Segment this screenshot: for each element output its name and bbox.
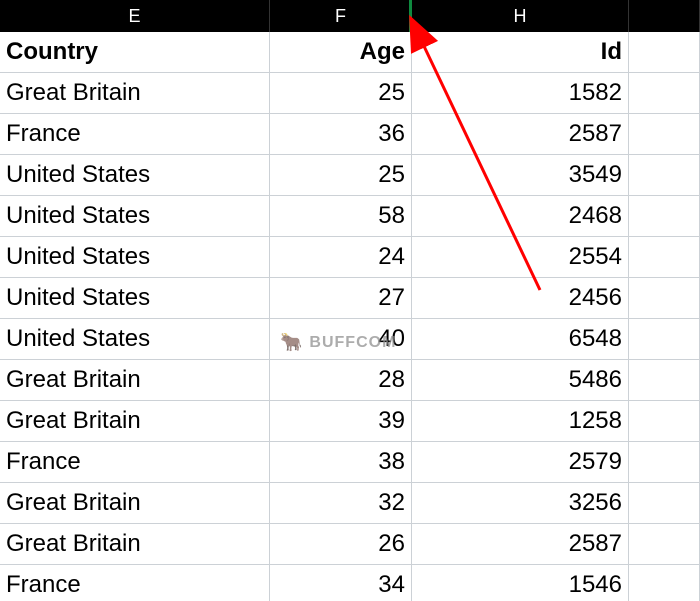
cell-country[interactable]: United States [0,196,270,237]
cell-age[interactable]: 40 [270,319,412,360]
cell-empty[interactable] [629,319,700,360]
column-header-f[interactable]: F [270,0,412,32]
cell-id[interactable]: 3256 [412,483,629,524]
cell-id[interactable]: 2456 [412,278,629,319]
cell-age[interactable]: 25 [270,73,412,114]
column-header-h[interactable]: H [412,0,629,32]
cell-id[interactable]: 5486 [412,360,629,401]
cell-country[interactable]: Great Britain [0,360,270,401]
cell-id[interactable]: 2587 [412,114,629,155]
cell-id[interactable]: 1546 [412,565,629,601]
cell-country[interactable]: France [0,114,270,155]
cell-age[interactable]: 24 [270,237,412,278]
cell-country[interactable]: United States [0,155,270,196]
cell-empty[interactable] [629,237,700,278]
cell-country[interactable]: United States [0,237,270,278]
grid: Country Age Id Great Britain 25 1582 Fra… [0,32,700,601]
cell-empty[interactable] [629,565,700,601]
cell-id[interactable]: 6548 [412,319,629,360]
cell-empty[interactable] [629,524,700,565]
cell-id[interactable]: 2587 [412,524,629,565]
cell-country[interactable]: Great Britain [0,483,270,524]
cell-empty[interactable] [629,196,700,237]
cell-id[interactable]: 1582 [412,73,629,114]
cell-age[interactable]: 32 [270,483,412,524]
cell-id[interactable]: 2579 [412,442,629,483]
table-row: United States 40 6548 [0,319,700,360]
cell-country[interactable]: Great Britain [0,73,270,114]
cell-country[interactable]: France [0,442,270,483]
cell-country[interactable]: United States [0,278,270,319]
cell-empty[interactable] [629,278,700,319]
cell-empty[interactable] [629,483,700,524]
column-header-e[interactable]: E [0,0,270,32]
cell-age[interactable]: 26 [270,524,412,565]
cell-empty[interactable] [629,401,700,442]
table-row: United States 58 2468 [0,196,700,237]
column-headers: E F H [0,0,700,32]
table-row: France 36 2587 [0,114,700,155]
cell-id[interactable]: 1258 [412,401,629,442]
cell-age[interactable]: 27 [270,278,412,319]
table-row: France 34 1546 [0,565,700,601]
cell-age[interactable]: 38 [270,442,412,483]
cell-id[interactable]: 2468 [412,196,629,237]
cell-age[interactable]: 58 [270,196,412,237]
cell-id[interactable]: 2554 [412,237,629,278]
table-row: Great Britain 39 1258 [0,401,700,442]
cell-empty[interactable] [629,114,700,155]
header-id[interactable]: Id [412,32,629,73]
table-row: Great Britain 32 3256 [0,483,700,524]
cell-country[interactable]: United States [0,319,270,360]
column-header-empty[interactable] [629,0,700,32]
cell-country[interactable]: Great Britain [0,401,270,442]
header-country[interactable]: Country [0,32,270,73]
cell-empty[interactable] [629,360,700,401]
cell-id[interactable]: 3549 [412,155,629,196]
cell-country[interactable]: Great Britain [0,524,270,565]
table-row: France 38 2579 [0,442,700,483]
cell-age[interactable]: 28 [270,360,412,401]
cell-empty[interactable] [629,155,700,196]
cell-age[interactable]: 36 [270,114,412,155]
header-age[interactable]: Age [270,32,412,73]
header-row: Country Age Id [0,32,700,73]
table-row: Great Britain 26 2587 [0,524,700,565]
table-row: United States 25 3549 [0,155,700,196]
header-empty[interactable] [629,32,700,73]
table-row: Great Britain 25 1582 [0,73,700,114]
table-row: United States 24 2554 [0,237,700,278]
cell-empty[interactable] [629,442,700,483]
table-row: Great Britain 28 5486 [0,360,700,401]
cell-age[interactable]: 25 [270,155,412,196]
cell-age[interactable]: 39 [270,401,412,442]
cell-age[interactable]: 34 [270,565,412,601]
spreadsheet: E F H Country Age Id Great Britain 25 15… [0,0,700,601]
cell-empty[interactable] [629,73,700,114]
table-row: United States 27 2456 [0,278,700,319]
cell-country[interactable]: France [0,565,270,601]
column-header-f-label: F [335,6,346,27]
